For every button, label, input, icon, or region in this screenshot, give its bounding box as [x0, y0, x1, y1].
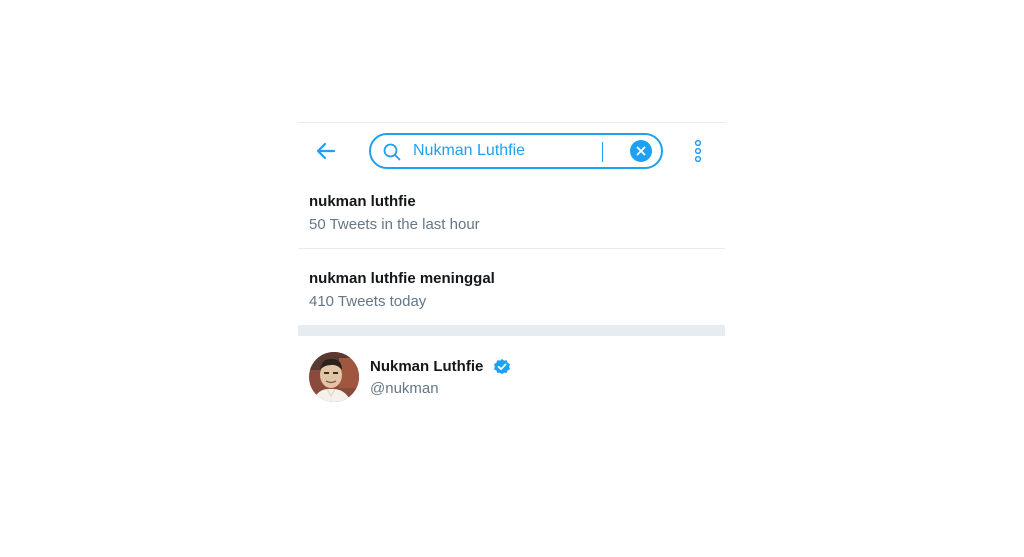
user-display-name: Nukman Luthfie	[370, 358, 484, 375]
user-result-item[interactable]: Nukman Luthfie @nukman	[298, 336, 725, 414]
close-icon	[636, 146, 646, 156]
suggestion-subtitle: 410 Tweets today	[309, 293, 427, 310]
suggestion-title: nukman luthfie meninggal	[309, 270, 495, 287]
search-input[interactable]	[413, 139, 623, 163]
search-header	[298, 123, 725, 181]
text-caret	[602, 142, 603, 162]
search-panel: nukman luthfie 50 Tweets in the last hou…	[298, 122, 725, 422]
search-icon	[383, 143, 401, 161]
more-vertical-icon	[694, 139, 702, 163]
arrow-left-icon	[316, 142, 336, 160]
user-handle: @nukman	[370, 380, 439, 397]
section-divider	[298, 325, 725, 336]
suggestion-title: nukman luthfie	[309, 193, 416, 210]
clear-search-button[interactable]	[630, 140, 652, 162]
row-divider	[298, 248, 725, 249]
avatar[interactable]	[309, 352, 359, 402]
verified-badge-icon	[494, 359, 510, 375]
suggestion-subtitle: 50 Tweets in the last hour	[309, 216, 480, 233]
search-suggestion-item[interactable]: nukman luthfie meninggal 410 Tweets toda…	[298, 258, 725, 332]
more-options-button[interactable]	[688, 137, 708, 165]
back-button[interactable]	[312, 137, 340, 165]
search-box[interactable]	[369, 133, 663, 169]
search-suggestion-item[interactable]: nukman luthfie 50 Tweets in the last hou…	[298, 181, 725, 255]
